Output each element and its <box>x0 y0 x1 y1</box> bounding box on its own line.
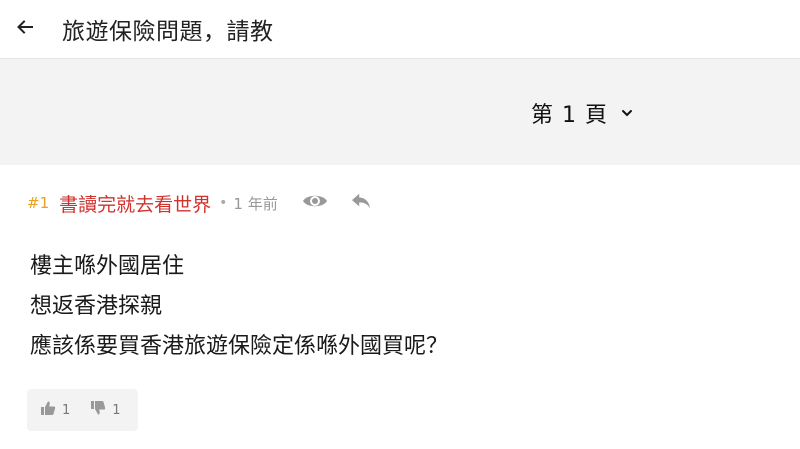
page-selector[interactable]: 第 1 頁 <box>531 97 634 129</box>
downvote-button[interactable]: 1 <box>90 400 121 420</box>
post-content: 樓主喺外國居住 想返香港探親 應該係要買香港旅遊保險定係喺外國買呢？ <box>30 247 448 367</box>
author-name[interactable]: 書讀完就去看世界 <box>59 190 211 217</box>
thumbs-up-icon <box>40 400 62 420</box>
arrow-left-icon <box>15 17 35 41</box>
top-bar: 旅遊保險問題，請教 <box>0 0 800 59</box>
upvote-button[interactable]: 1 <box>40 400 70 420</box>
reply-icon <box>350 192 372 214</box>
page-selector-bar: 第 1 頁 <box>0 59 800 165</box>
post-time: 1 年前 <box>233 194 278 213</box>
upvote-count: 1 <box>62 402 71 418</box>
post-header: #1 書讀完就去看世界 • 1 年前 <box>27 190 392 216</box>
downvote-count: 1 <box>112 402 121 418</box>
back-button[interactable] <box>0 0 50 58</box>
page-label: 第 1 頁 <box>531 103 608 128</box>
chevron-down-icon <box>620 106 634 120</box>
page-title: 旅遊保險問題，請教 <box>62 19 274 45</box>
post-line: 樓主喺外國居住 <box>30 254 185 279</box>
thumbs-down-icon <box>90 400 112 420</box>
eye-icon <box>302 192 328 214</box>
post-line: 應該係要買香港旅遊保險定係喺外國買呢？ <box>30 334 449 359</box>
post-line: 想返香港探親 <box>30 294 163 319</box>
view-author-only-button[interactable] <box>300 190 330 216</box>
reply-button[interactable] <box>346 190 376 216</box>
separator-dot: • <box>219 195 228 211</box>
floor-number: #1 <box>27 194 50 212</box>
vote-box: 1 1 <box>27 389 138 431</box>
